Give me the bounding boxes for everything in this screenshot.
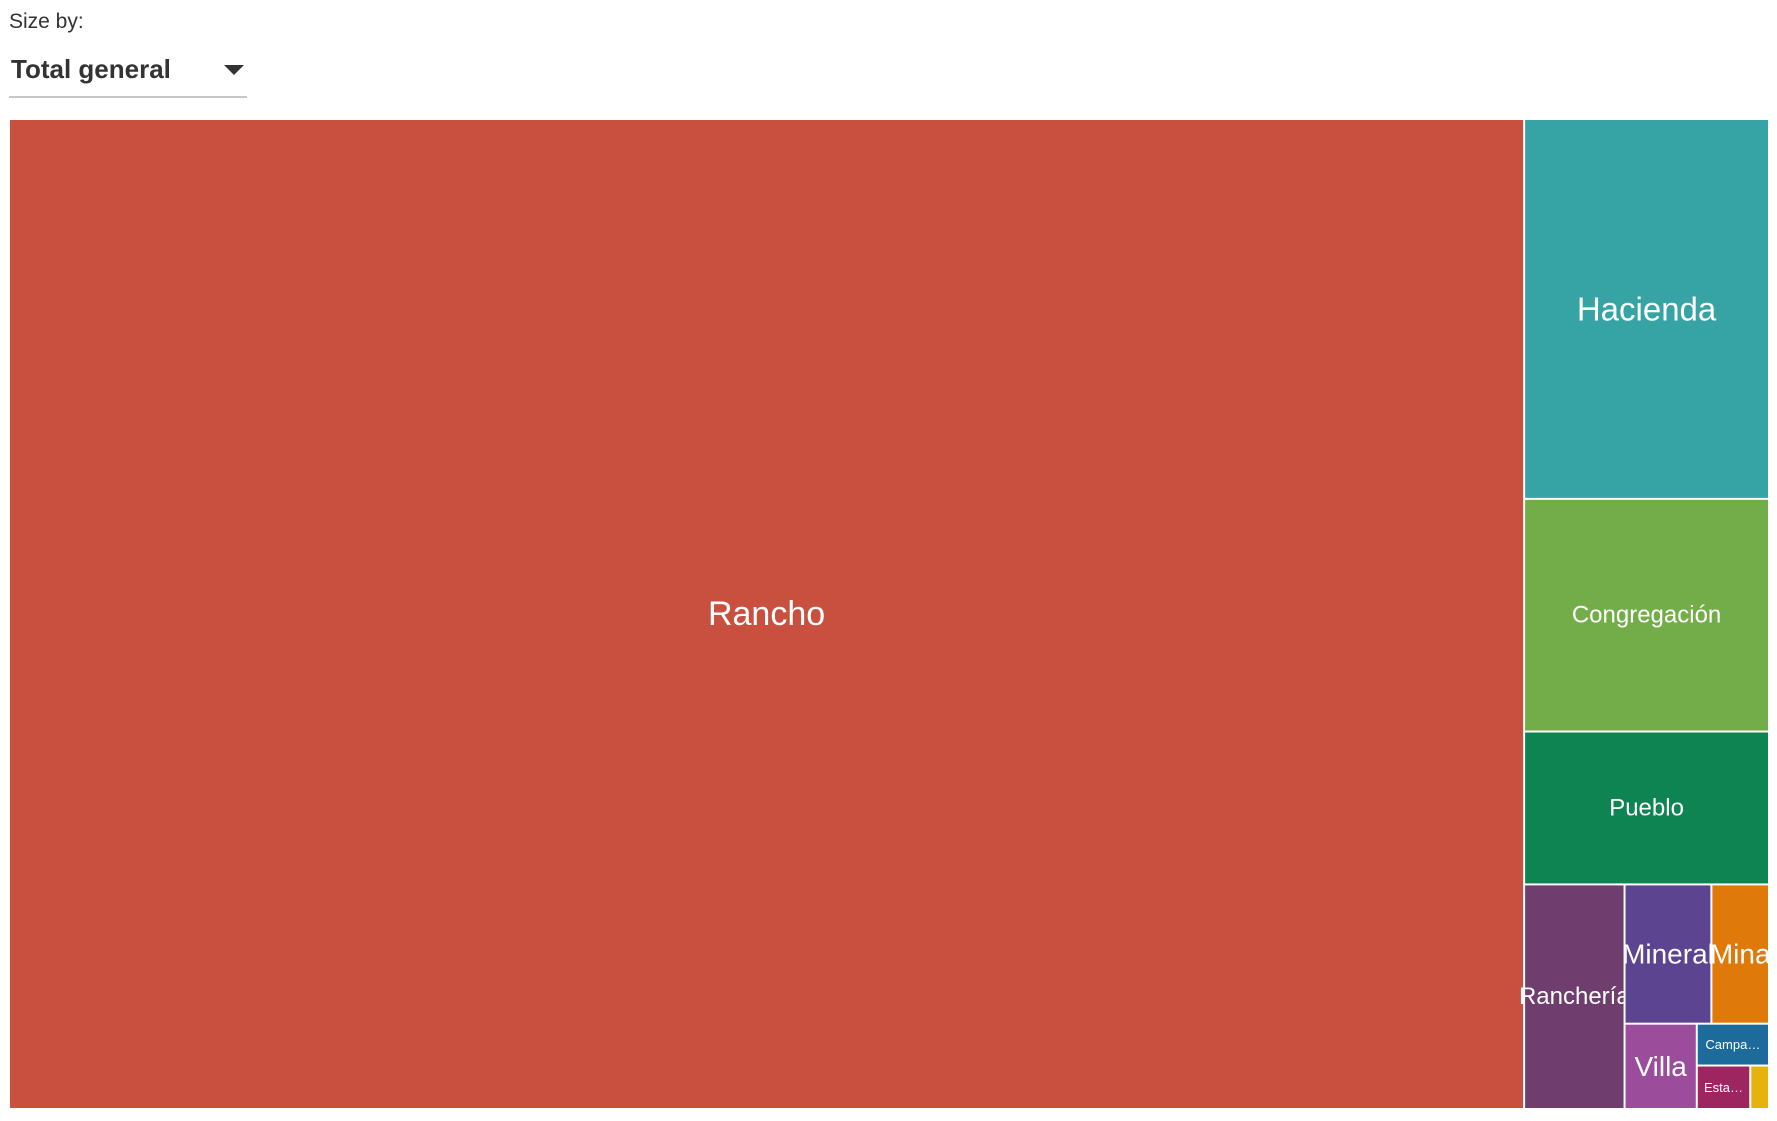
- treemap-cell-congregaci-n[interactable]: [1525, 499, 1768, 731]
- treemap-cell-pueblo[interactable]: [1525, 732, 1768, 884]
- treemap-cell-esta[interactable]: [1697, 1066, 1750, 1108]
- size-by-selected-value: Total general: [11, 54, 171, 84]
- treemap-cell-rancher-a[interactable]: [1525, 885, 1624, 1108]
- treemap-cell-rancho[interactable]: [10, 120, 1524, 1108]
- size-by-label: Size by:: [9, 10, 84, 33]
- size-by-control: Size by: Total general: [9, 8, 247, 98]
- treemap-cell-mineral[interactable]: [1625, 885, 1711, 1023]
- treemap-cell-mina[interactable]: [1712, 885, 1768, 1023]
- chevron-down-icon: [224, 65, 244, 75]
- treemap-cell-hacienda[interactable]: [1525, 120, 1768, 498]
- treemap-cell-villa[interactable]: [1625, 1024, 1696, 1108]
- size-by-dropdown[interactable]: Total general: [9, 44, 247, 98]
- treemap-chart: RanchoHaciendaCongregaciónPuebloRancherí…: [10, 120, 1769, 1108]
- treemap-cell-other[interactable]: [1751, 1066, 1768, 1108]
- treemap-cell-campa[interactable]: [1697, 1024, 1768, 1065]
